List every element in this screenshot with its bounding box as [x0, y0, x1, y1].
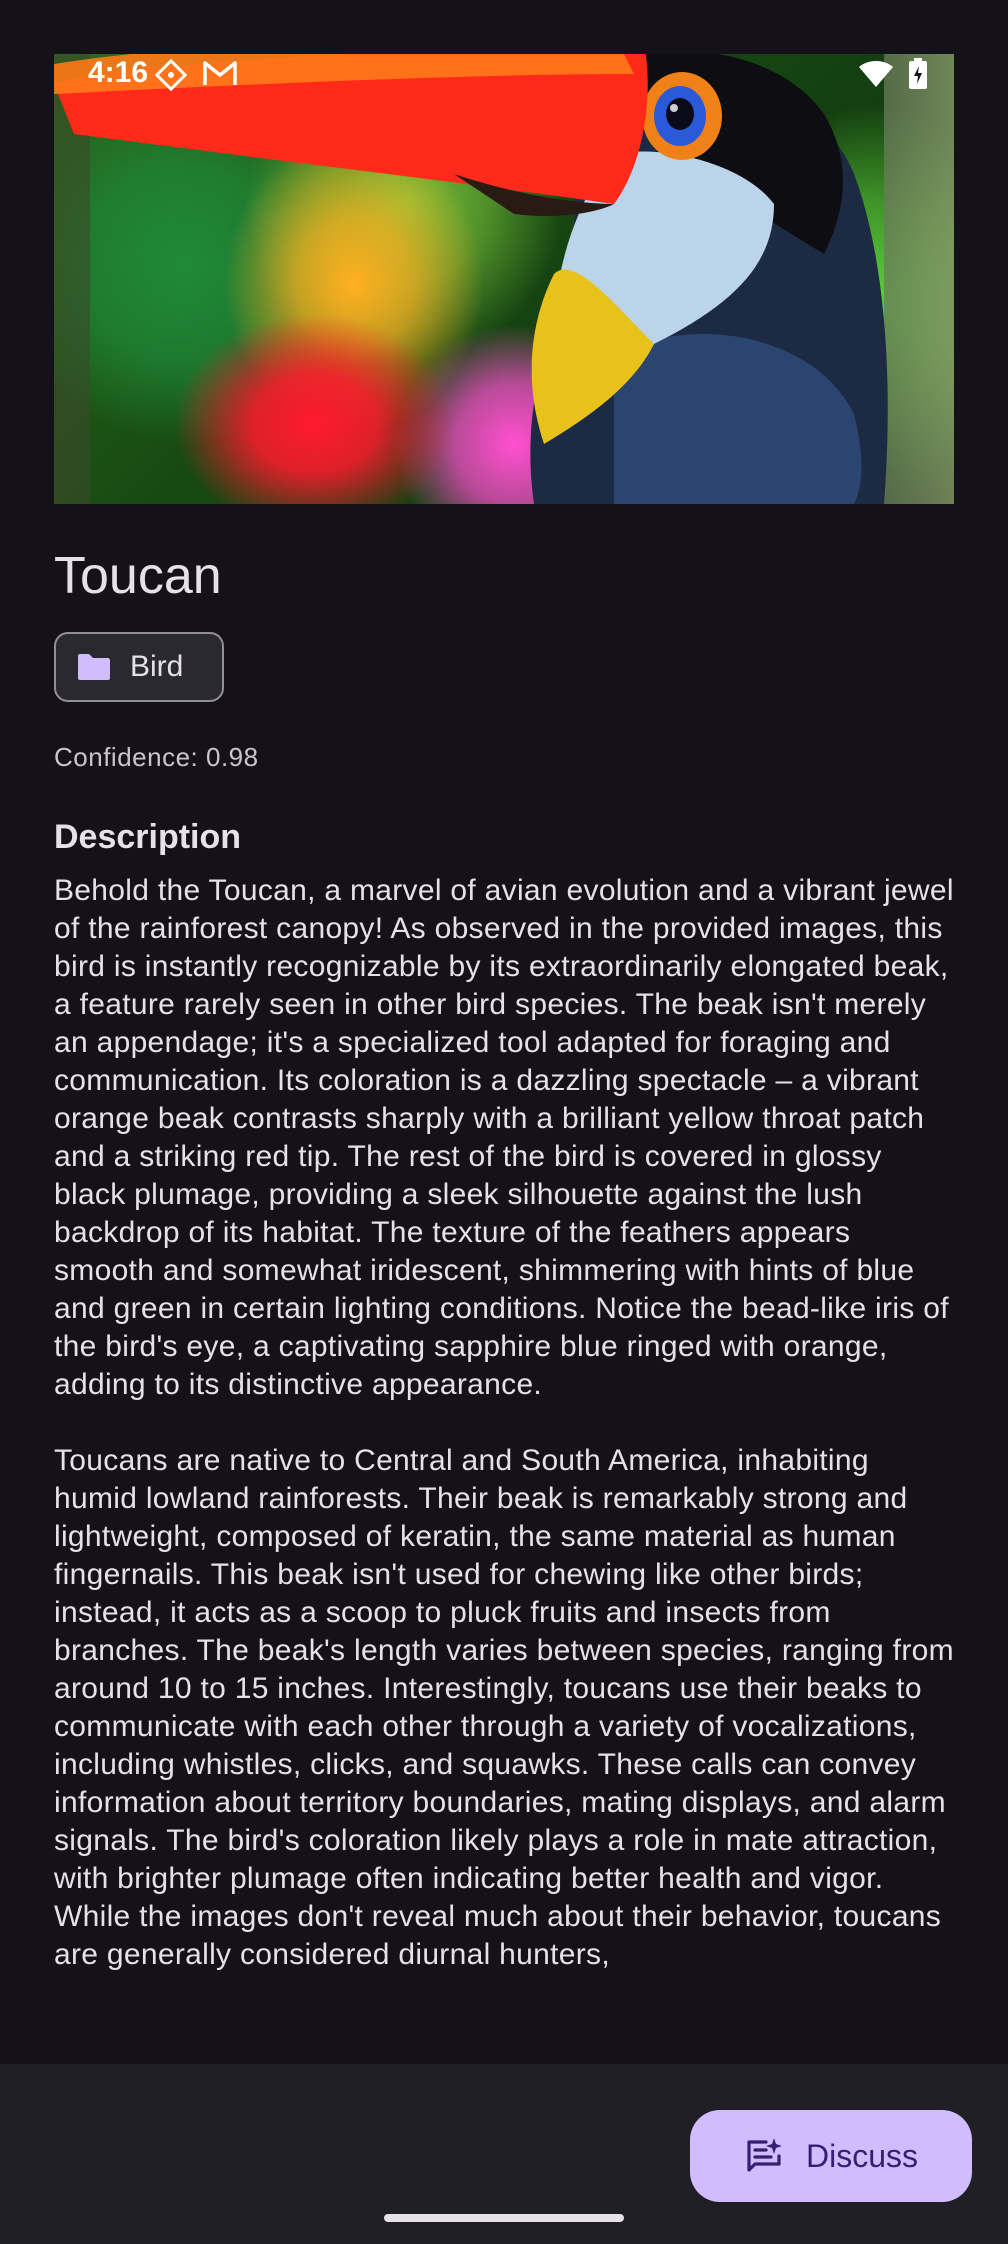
status-time: 4:16 — [88, 56, 149, 89]
wifi-icon — [859, 61, 893, 87]
hero-image — [54, 54, 954, 504]
description-paragraph-2: Toucans are native to Central and South … — [54, 1444, 954, 1971]
description-heading: Description — [54, 818, 242, 856]
status-icons-right — [858, 58, 928, 90]
toucan-illustration — [54, 54, 888, 504]
discuss-button-label: Discuss — [805, 2137, 918, 2174]
gmail-icon — [203, 61, 237, 85]
screen: 4:16 Toucan Bird Confidence: 0.98 Descri… — [0, 0, 1008, 2244]
category-chip-label: Bird — [130, 650, 184, 683]
home-indicator[interactable] — [384, 2214, 624, 2222]
status-icons-left — [154, 58, 238, 92]
discuss-sparkle-icon — [747, 2138, 782, 2172]
item-title: Toucan — [54, 547, 222, 605]
discuss-button[interactable]: Discuss — [690, 2110, 972, 2202]
confidence-text: Confidence: 0.98 — [54, 742, 259, 772]
battery-charging-icon — [909, 58, 927, 89]
description-paragraph-1: Behold the Toucan, a marvel of avian evo… — [54, 874, 954, 1401]
assistant-icon — [154, 58, 188, 92]
category-chip[interactable]: Bird — [54, 632, 224, 702]
folder-icon — [78, 654, 110, 680]
description-body: Behold the Toucan, a marvel of avian evo… — [54, 872, 954, 2012]
